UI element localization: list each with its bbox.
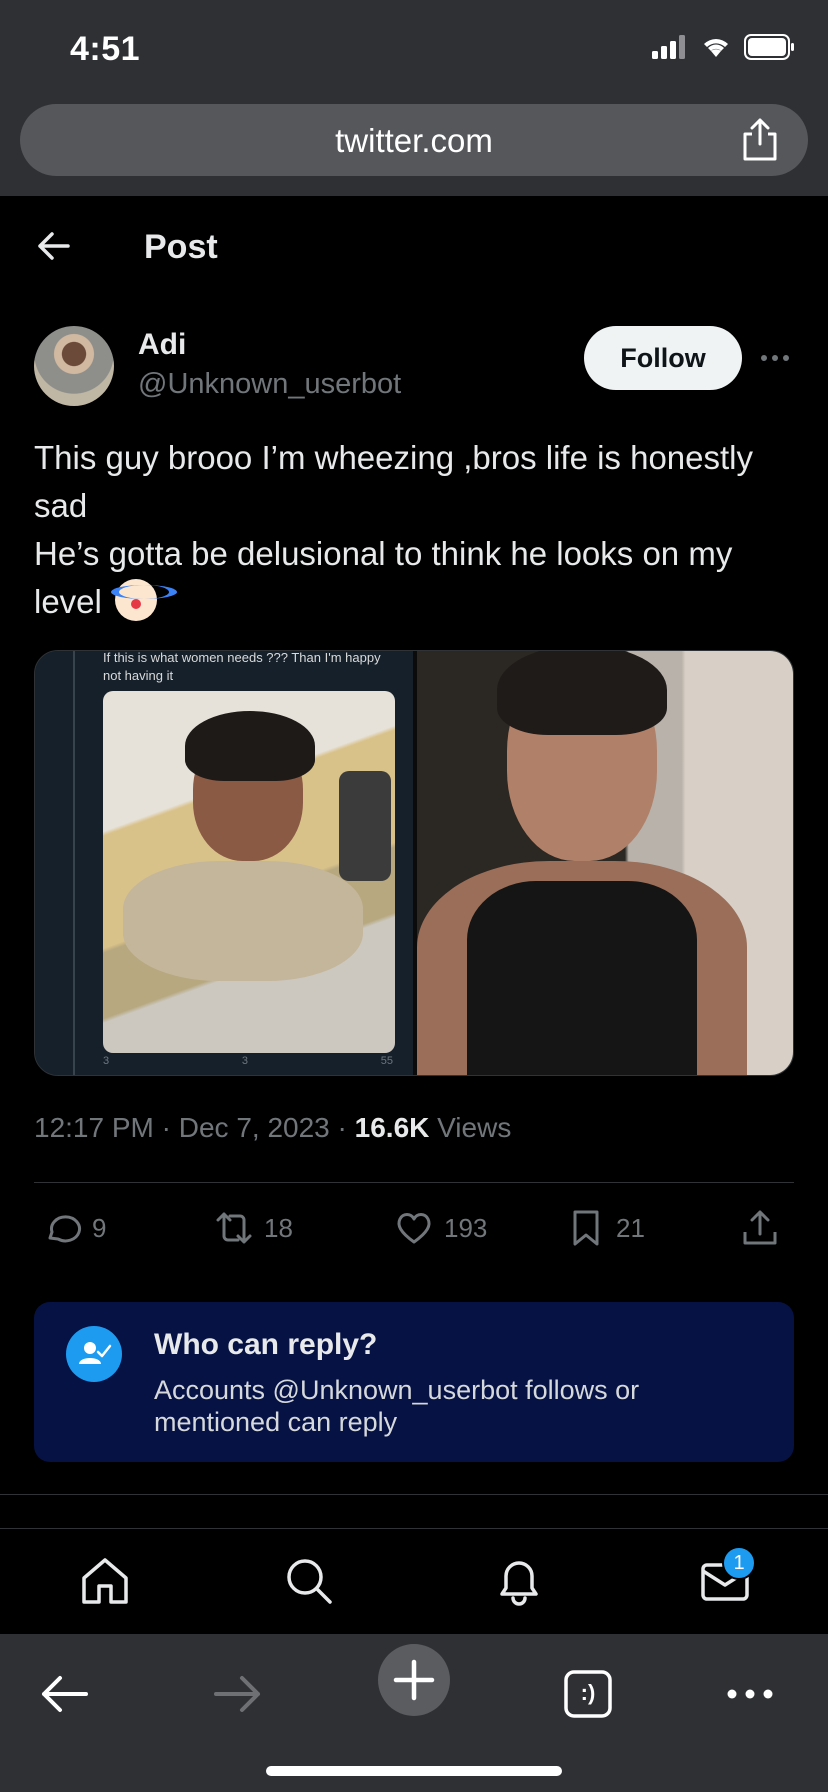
url-text: twitter.com <box>335 122 493 159</box>
reply-button[interactable]: 9 <box>42 1208 106 1248</box>
reply-count: 9 <box>92 1212 107 1243</box>
bookmark-icon <box>573 1210 599 1246</box>
bookmark-button[interactable]: 21 <box>566 1208 645 1248</box>
who-can-reply-box: Who can reply? Accounts @Unknown_userbot… <box>34 1302 794 1462</box>
messages-badge: 1 <box>722 1546 756 1580</box>
tweet-meta: 12:17 PM · Dec 7, 2023 · 16.6K Views <box>34 1112 511 1144</box>
views-label: Views <box>437 1112 512 1143</box>
author-handle[interactable]: @Unknown_userbot <box>138 368 401 401</box>
tabs-button[interactable]: :) <box>558 1664 618 1724</box>
more-options-icon[interactable] <box>760 348 790 368</box>
photo-tank-top <box>467 881 697 1075</box>
screenshot-likes: 3 <box>241 1055 248 1067</box>
like-count: 193 <box>444 1212 488 1243</box>
photo-phone <box>339 771 391 881</box>
forward-icon[interactable] <box>208 1664 268 1724</box>
thread-line <box>73 651 75 1075</box>
media-screenshot[interactable]: If this is what women needs ??? Than I'm… <box>35 650 413 1075</box>
person-check-icon <box>66 1326 122 1382</box>
screenshot-views: 55 <box>380 1055 393 1067</box>
media-photo[interactable] <box>417 651 793 1075</box>
divider <box>34 1182 794 1183</box>
new-tab-button[interactable] <box>378 1644 450 1716</box>
notifications-icon[interactable] <box>492 1554 546 1608</box>
back-icon[interactable] <box>34 1664 94 1724</box>
tweet-media[interactable]: If this is what women needs ??? Than I'm… <box>34 650 794 1076</box>
bookmark-count: 21 <box>616 1212 645 1243</box>
signal-icon <box>652 35 685 59</box>
repost-button[interactable]: 18 <box>214 1208 293 1248</box>
url-bar[interactable]: twitter.com <box>20 104 808 176</box>
repost-icon <box>216 1212 252 1244</box>
who-can-reply-description: Accounts @Unknown_userbot follows or men… <box>154 1375 640 1437</box>
plus-icon <box>393 1659 435 1701</box>
photo-scarf <box>123 861 363 981</box>
author-name[interactable]: Adi <box>138 328 186 362</box>
screenshot-photo <box>103 691 395 1053</box>
photo-hair <box>497 651 667 735</box>
meta-separator: · <box>161 1112 171 1143</box>
tweet-text: This guy brooo I’m wheezing ,bros life i… <box>34 434 804 626</box>
follow-button[interactable]: Follow <box>584 326 742 390</box>
back-arrow-icon[interactable] <box>34 226 74 266</box>
photo-hair <box>185 711 315 781</box>
divider <box>0 1528 828 1529</box>
repost-count: 18 <box>264 1212 293 1243</box>
action-bar: 9 18 193 21 <box>34 1208 794 1256</box>
heart-icon <box>397 1213 431 1244</box>
status-time: 4:51 <box>70 30 141 68</box>
clown-face-icon <box>111 579 178 621</box>
status-icons <box>652 34 796 60</box>
more-icon[interactable] <box>720 1664 780 1724</box>
views-count[interactable]: 16.6K <box>355 1112 430 1143</box>
home-icon[interactable] <box>78 1554 132 1608</box>
battery-icon <box>744 34 794 60</box>
like-button[interactable]: 193 <box>394 1208 487 1248</box>
meta-separator: · <box>337 1112 347 1143</box>
screenshot-actions: 3 3 55 <box>103 1055 393 1067</box>
who-can-reply-title: Who can reply? <box>154 1328 378 1361</box>
bottom-tab-bar <box>0 1530 828 1634</box>
reply-icon <box>48 1215 81 1243</box>
page-title: Post <box>144 228 218 266</box>
search-icon[interactable] <box>282 1554 336 1608</box>
tweet-date: Dec 7, 2023 <box>178 1112 330 1143</box>
divider <box>0 1494 828 1495</box>
screenshot-replies: 3 <box>103 1055 110 1067</box>
avatar[interactable] <box>34 326 114 406</box>
wifi-icon <box>704 39 728 57</box>
share-icon[interactable] <box>740 118 780 162</box>
screenshot-text: If this is what women needs ??? Than I'm… <box>103 650 381 683</box>
post-header: Post <box>0 196 828 296</box>
browser-chrome: 4:51 twitter.com <box>0 0 828 196</box>
tweet-time: 12:17 PM <box>34 1112 154 1143</box>
share-icon <box>743 1210 777 1245</box>
share-button[interactable] <box>740 1208 780 1248</box>
tabs-glyph: :) <box>580 1680 596 1705</box>
home-indicator <box>266 1766 562 1776</box>
